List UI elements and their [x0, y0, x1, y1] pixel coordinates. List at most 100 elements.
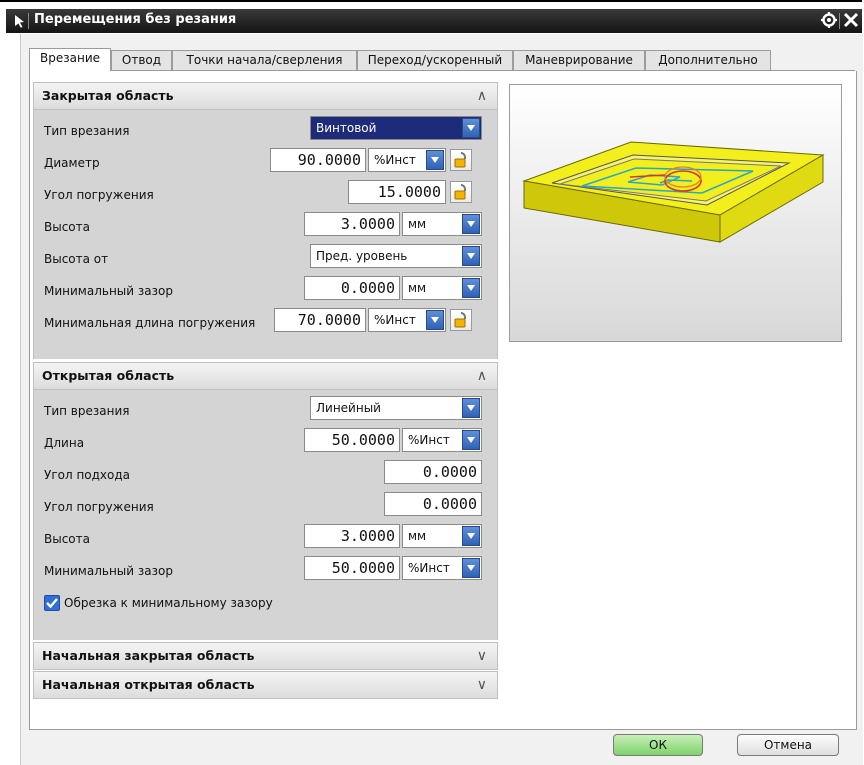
- open-length-input[interactable]: 50.0000: [304, 428, 400, 452]
- title-bar: Перемещения без резания: [0, 0, 864, 34]
- closed-plunge-angle-input[interactable]: 15.0000: [348, 180, 446, 204]
- chevron-up-icon[interactable]: ∧: [477, 83, 487, 109]
- cancel-button[interactable]: Отмена: [737, 734, 839, 756]
- title-separator-right: [839, 13, 840, 29]
- open-approach-angle-label: Угол подхода: [44, 468, 131, 482]
- closed-height-unit: мм: [408, 217, 427, 231]
- closed-height-unit-select[interactable]: мм: [402, 212, 482, 236]
- top-edge: [0, 0, 862, 2]
- open-min-clearance-label: Минимальный зазор: [44, 564, 173, 578]
- open-entry-type-value: Линейный: [316, 401, 381, 415]
- closed-diameter-label: Диаметр: [44, 156, 100, 170]
- open-min-clearance-input[interactable]: 50.0000: [304, 556, 400, 580]
- chevron-up-icon[interactable]: ∧: [477, 363, 487, 389]
- initial-closed-area-title: Начальная закрытая область: [42, 648, 255, 663]
- closed-height-input[interactable]: 3.0000: [304, 212, 400, 236]
- chevron-down-icon[interactable]: [462, 430, 480, 450]
- tab-otvod[interactable]: Отвод: [111, 50, 172, 70]
- closed-min-plunge-length-unit: %Инст: [374, 313, 416, 327]
- ok-button[interactable]: ОК: [613, 734, 703, 756]
- closed-area-header[interactable]: Закрытая область ∧: [33, 82, 498, 110]
- chevron-down-icon[interactable]: [462, 278, 480, 298]
- dialog-footer: ОК Отмена: [21, 734, 863, 765]
- closed-min-plunge-length-input[interactable]: 70.0000: [274, 308, 366, 332]
- lock-icon[interactable]: [450, 309, 472, 331]
- open-length-label: Длина: [44, 436, 85, 450]
- open-height-label: Высота: [44, 532, 90, 546]
- title-bar-strip: Перемещения без резания: [6, 9, 862, 33]
- gear-icon[interactable]: [820, 11, 838, 29]
- tab-additional[interactable]: Дополнительно: [645, 50, 771, 70]
- open-entry-type-select[interactable]: Линейный: [310, 396, 482, 420]
- closed-height-from-select[interactable]: Пред. уровень: [310, 244, 482, 268]
- open-plunge-angle-label: Угол погружения: [44, 500, 154, 514]
- chevron-down-icon[interactable]: [426, 150, 444, 170]
- closed-area-title: Закрытая область: [42, 88, 174, 103]
- open-entry-type-label: Тип врезания: [44, 404, 130, 418]
- open-plunge-angle-input[interactable]: 0.0000: [384, 492, 482, 516]
- closed-min-clearance-row: Минимальный зазор 0.0000 мм: [34, 276, 499, 308]
- initial-open-area-title: Начальная открытая область: [42, 677, 255, 692]
- chevron-down-icon[interactable]: [462, 246, 480, 266]
- closed-height-from-row: Высота от Пред. уровень: [34, 244, 499, 276]
- closed-area-body: Тип врезания Винтовой Диаметр 90.0000 %И…: [33, 110, 498, 359]
- closed-min-clearance-input[interactable]: 0.0000: [304, 276, 400, 300]
- open-min-clearance-row: Минимальный зазор 50.0000 %Инст: [34, 556, 499, 588]
- chevron-down-icon[interactable]: [462, 526, 480, 546]
- open-height-unit: мм: [408, 529, 427, 543]
- open-area-title: Открытая область: [42, 368, 175, 383]
- open-min-clearance-unit-select[interactable]: %Инст: [402, 556, 482, 580]
- chevron-down-icon[interactable]: [462, 398, 480, 418]
- chevron-down-icon[interactable]: [462, 558, 480, 578]
- closed-entry-type-value: Винтовой: [316, 121, 377, 135]
- trim-checkbox[interactable]: [44, 595, 60, 611]
- tab-start-points[interactable]: Точки начала/сверления: [172, 50, 357, 70]
- closed-entry-type-row: Тип врезания Винтовой: [34, 116, 499, 148]
- open-height-unit-select[interactable]: мм: [402, 524, 482, 548]
- open-length-unit: %Инст: [408, 433, 450, 447]
- window-title: Перемещения без резания: [34, 12, 237, 27]
- closed-diameter-unit: %Инст: [374, 153, 416, 167]
- chevron-down-icon[interactable]: ∨: [477, 643, 487, 669]
- close-icon[interactable]: [842, 11, 860, 29]
- lock-icon[interactable]: [450, 149, 472, 171]
- dialog-body: Врезание Отвод Точки начала/сверления Пе…: [20, 34, 863, 765]
- closed-height-label: Высота: [44, 220, 90, 234]
- closed-height-from-label: Высота от: [44, 252, 109, 266]
- tab-transfer[interactable]: Переход/ускоренный: [357, 50, 513, 70]
- closed-diameter-input[interactable]: 90.0000: [270, 148, 366, 172]
- open-approach-angle-input[interactable]: 0.0000: [384, 460, 482, 484]
- part-preview-graphic: [522, 141, 825, 243]
- chevron-down-icon[interactable]: [462, 118, 480, 138]
- closed-plunge-angle-row: Угол погружения 15.0000: [34, 180, 499, 212]
- closed-entry-type-label: Тип врезания: [44, 124, 130, 138]
- open-length-row: Длина 50.0000 %Инст: [34, 428, 499, 460]
- tab-vrezanie[interactable]: Врезание: [29, 48, 111, 71]
- closed-min-plunge-length-unit-select[interactable]: %Инст: [368, 308, 446, 332]
- tab-maneuvering[interactable]: Маневрирование: [513, 50, 645, 70]
- open-entry-type-row: Тип врезания Линейный: [34, 396, 499, 428]
- open-area-header[interactable]: Открытая область ∧: [33, 362, 498, 390]
- preview-image: [509, 84, 842, 342]
- open-length-unit-select[interactable]: %Инст: [402, 428, 482, 452]
- lock-icon[interactable]: [450, 181, 472, 203]
- closed-height-row: Высота 3.0000 мм: [34, 212, 499, 244]
- chevron-down-icon[interactable]: [462, 214, 480, 234]
- checkmark-icon: [46, 598, 58, 609]
- open-plunge-angle-row: Угол погружения 0.0000: [34, 492, 499, 524]
- closed-min-plunge-length-label: Минимальная длина погружения: [44, 316, 256, 330]
- open-approach-angle-row: Угол подхода 0.0000: [34, 460, 499, 492]
- closed-entry-type-select[interactable]: Винтовой: [310, 116, 482, 140]
- open-height-input[interactable]: 3.0000: [304, 524, 400, 548]
- initial-closed-area-header[interactable]: Начальная закрытая область ∨: [33, 642, 498, 670]
- closed-diameter-unit-select[interactable]: %Инст: [368, 148, 446, 172]
- title-separator: [28, 13, 29, 29]
- closed-plunge-angle-label: Угол погружения: [44, 188, 154, 202]
- initial-open-area-header[interactable]: Начальная открытая область ∨: [33, 671, 498, 699]
- open-min-clearance-unit: %Инст: [408, 561, 450, 575]
- trim-checkbox-row: Обрезка к минимальному зазору: [34, 588, 499, 620]
- closed-min-clearance-unit-select[interactable]: мм: [402, 276, 482, 300]
- chevron-down-icon[interactable]: [426, 310, 444, 330]
- chevron-down-icon[interactable]: ∨: [477, 672, 487, 698]
- closed-min-clearance-label: Минимальный зазор: [44, 284, 173, 298]
